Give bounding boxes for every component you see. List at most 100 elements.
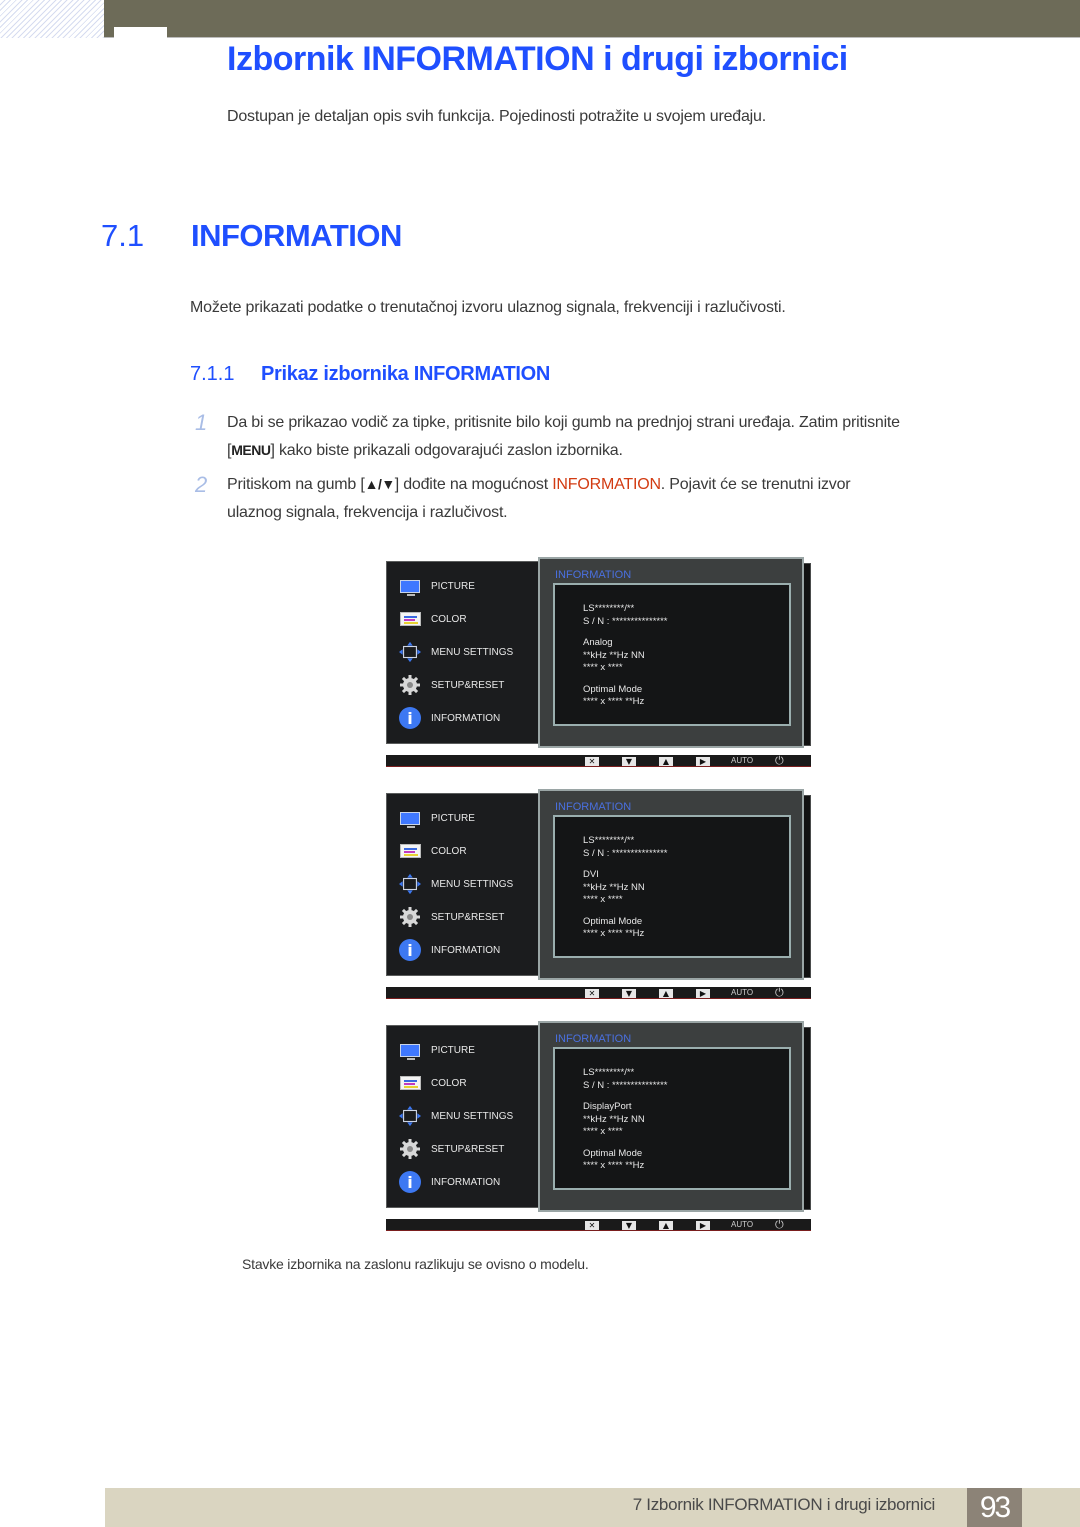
close-button[interactable]: ✕ bbox=[585, 757, 599, 766]
up-button[interactable]: ▲ bbox=[659, 1221, 673, 1230]
info-icon: i bbox=[399, 1171, 421, 1193]
osd-menu-label: MENU SETTINGS bbox=[431, 1110, 514, 1122]
enter-button[interactable]: ▶ bbox=[696, 1221, 710, 1230]
step-2-line-2: ulaznog signala, frekvencija i razlučivo… bbox=[227, 504, 508, 521]
info-icon: i bbox=[399, 707, 421, 729]
step-1-line-2-text: ] kako biste prikazali odgovarajući zasl… bbox=[270, 442, 623, 459]
up-button[interactable]: ▲ bbox=[659, 989, 673, 998]
osd-model: LS********/** bbox=[583, 1067, 635, 1078]
osd-serial: S / N : *************** bbox=[583, 847, 668, 859]
osd-menu-label: COLOR bbox=[431, 1077, 467, 1089]
close-button[interactable]: ✕ bbox=[585, 989, 599, 998]
osd-menu-item-menu-settings[interactable]: MENU SETTINGS bbox=[399, 1104, 513, 1128]
information-highlight: INFORMATION bbox=[552, 476, 661, 493]
osd-menu-item-picture[interactable]: PICTURE bbox=[399, 574, 475, 598]
osd-source: DVI bbox=[583, 869, 599, 880]
auto-button[interactable]: AUTO bbox=[731, 756, 753, 765]
osd-menu-label: SETUP&RESET bbox=[431, 679, 505, 691]
osd-serial: S / N : *************** bbox=[583, 1079, 668, 1091]
monitor-icon bbox=[399, 575, 421, 597]
subsection-number: 7.1.1 bbox=[190, 363, 235, 385]
osd-button-guide: ✕ ▼ ▲ ▶ AUTO ⏻ bbox=[386, 986, 811, 1000]
section-description: Možete prikazati podatke o trenutačnoj i… bbox=[190, 299, 786, 316]
osd-menu-label: PICTURE bbox=[431, 580, 475, 592]
menu-key: MENU bbox=[231, 442, 271, 458]
osd-optimal-label: Optimal Mode bbox=[583, 915, 643, 927]
osd-menu-item-picture[interactable]: PICTURE bbox=[399, 1038, 475, 1062]
osd-info-box: LS********/** S / N : *************** An… bbox=[553, 583, 791, 726]
osd-optimal-label: Optimal Mode bbox=[583, 1147, 643, 1159]
osd-screen-1: PICTURE COLOR MENU SETTINGS SETUP&RESET bbox=[386, 557, 811, 774]
enter-button[interactable]: ▶ bbox=[696, 757, 710, 766]
auto-button[interactable]: AUTO bbox=[731, 988, 753, 997]
osd-source: DisplayPort bbox=[583, 1101, 632, 1112]
down-button[interactable]: ▼ bbox=[622, 989, 636, 998]
osd-optimal-value: **** x **** **Hz bbox=[583, 928, 645, 939]
info-icon: i bbox=[399, 939, 421, 961]
osd-menu-item-information[interactable]: i INFORMATION bbox=[399, 1170, 500, 1194]
osd-button-guide: ✕ ▼ ▲ ▶ AUTO ⏻ bbox=[386, 754, 811, 768]
osd-menu-item-setup-reset[interactable]: SETUP&RESET bbox=[399, 905, 504, 929]
power-icon[interactable]: ⏻ bbox=[775, 986, 784, 1000]
osd-panel-title: INFORMATION bbox=[555, 1033, 632, 1045]
osd-menu-item-color[interactable]: COLOR bbox=[399, 607, 467, 631]
footer-chapter-label: 7 Izbornik INFORMATION i drugi izbornici bbox=[632, 1495, 936, 1514]
arrows-frame-icon bbox=[399, 641, 421, 663]
osd-menu-list: PICTURE COLOR MENU SETTINGS SETUP&RESET bbox=[386, 561, 542, 744]
gear-icon bbox=[399, 674, 421, 696]
step-number-2: 2 bbox=[195, 472, 208, 497]
osd-info-box: LS********/** S / N : *************** DV… bbox=[553, 815, 791, 958]
osd-model: LS********/** bbox=[583, 603, 635, 614]
osd-menu-item-menu-settings[interactable]: MENU SETTINGS bbox=[399, 640, 513, 664]
step-number-1: 1 bbox=[195, 410, 208, 435]
page-number: 93 bbox=[967, 1488, 1022, 1527]
osd-screen-3: PICTURE COLOR MENU SETTINGS SETUP&RESET bbox=[386, 1021, 811, 1238]
osd-frequency: **kHz **Hz NN bbox=[583, 1113, 645, 1125]
gear-icon bbox=[399, 906, 421, 928]
osd-menu-item-color[interactable]: COLOR bbox=[399, 839, 467, 863]
color-bars-icon bbox=[399, 1072, 421, 1094]
osd-menu-list: PICTURE COLOR MENU SETTINGS SETUP&RESET bbox=[386, 793, 542, 976]
osd-menu-item-information[interactable]: i INFORMATION bbox=[399, 706, 500, 730]
auto-button[interactable]: AUTO bbox=[731, 1220, 753, 1229]
down-button[interactable]: ▼ bbox=[622, 757, 636, 766]
osd-menu-item-setup-reset[interactable]: SETUP&RESET bbox=[399, 1137, 504, 1161]
down-button[interactable]: ▼ bbox=[622, 1221, 636, 1230]
up-button[interactable]: ▲ bbox=[659, 757, 673, 766]
osd-optimal-label: Optimal Mode bbox=[583, 683, 643, 695]
step-1-line-2: [MENU] kako biste prikazali odgovarajući… bbox=[227, 442, 623, 460]
up-down-keys: ▲/▼ bbox=[364, 476, 396, 492]
osd-menu-label: MENU SETTINGS bbox=[431, 878, 514, 890]
osd-frequency: **kHz **Hz NN bbox=[583, 881, 645, 893]
osd-menu-item-color[interactable]: COLOR bbox=[399, 1071, 467, 1095]
osd-information-panel: INFORMATION LS********/** S / N : ******… bbox=[538, 1021, 804, 1212]
step-2-post: . Pojavit će se trenutni izvor bbox=[660, 476, 851, 493]
close-button[interactable]: ✕ bbox=[585, 1221, 599, 1230]
monitor-icon bbox=[399, 807, 421, 829]
osd-menu-label: MENU SETTINGS bbox=[431, 646, 514, 658]
osd-button-guide: ✕ ▼ ▲ ▶ AUTO ⏻ bbox=[386, 1218, 811, 1232]
gear-icon bbox=[399, 1138, 421, 1160]
subsection-title: Prikaz izbornika INFORMATION bbox=[261, 363, 551, 385]
step-2-mid: ] dođite na mogućnost bbox=[394, 476, 553, 493]
chapter-intro: Dostupan je detaljan opis svih funkcija.… bbox=[227, 108, 766, 125]
enter-button[interactable]: ▶ bbox=[696, 989, 710, 998]
chapter-title: Izbornik INFORMATION i drugi izbornici bbox=[227, 40, 848, 78]
color-bars-icon bbox=[399, 608, 421, 630]
osd-optimal-value: **** x **** **Hz bbox=[583, 696, 645, 707]
arrows-frame-icon bbox=[399, 873, 421, 895]
osd-info-box: LS********/** S / N : *************** Di… bbox=[553, 1047, 791, 1190]
osd-menu-item-picture[interactable]: PICTURE bbox=[399, 806, 475, 830]
osd-menu-item-setup-reset[interactable]: SETUP&RESET bbox=[399, 673, 504, 697]
power-icon[interactable]: ⏻ bbox=[775, 1218, 784, 1232]
osd-menu-item-information[interactable]: i INFORMATION bbox=[399, 938, 500, 962]
step-2-pre: Pritiskom na gumb [ bbox=[227, 476, 365, 493]
osd-menu-label: COLOR bbox=[431, 845, 467, 857]
arrows-frame-icon bbox=[399, 1105, 421, 1127]
power-icon[interactable]: ⏻ bbox=[775, 754, 784, 768]
osd-frequency: **kHz **Hz NN bbox=[583, 649, 645, 661]
osd-menu-label: INFORMATION bbox=[431, 1176, 501, 1188]
osd-panel-title: INFORMATION bbox=[555, 569, 632, 581]
osd-menu-item-menu-settings[interactable]: MENU SETTINGS bbox=[399, 872, 513, 896]
osd-menu-label: SETUP&RESET bbox=[431, 1143, 505, 1155]
